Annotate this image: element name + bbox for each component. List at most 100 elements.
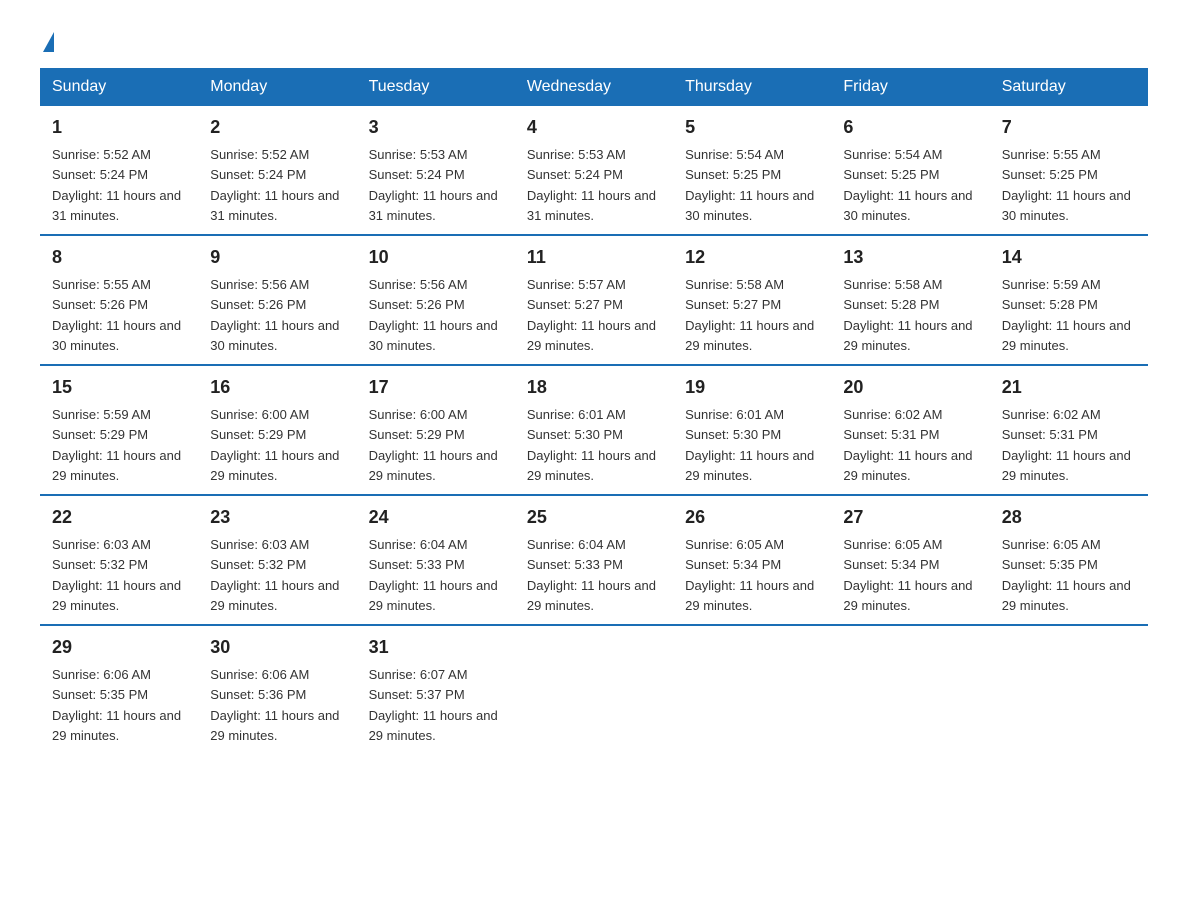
sunset-text: Sunset: 5:26 PM [210, 297, 306, 312]
header-thursday: Thursday [673, 68, 831, 106]
calendar-cell: 15 Sunrise: 5:59 AM Sunset: 5:29 PM Dayl… [40, 365, 198, 495]
calendar-table: SundayMondayTuesdayWednesdayThursdayFrid… [40, 68, 1148, 754]
sunset-text: Sunset: 5:24 PM [210, 167, 306, 182]
calendar-cell: 3 Sunrise: 5:53 AM Sunset: 5:24 PM Dayli… [357, 106, 515, 235]
daylight-text: Daylight: 11 hours and 30 minutes. [210, 318, 339, 353]
sunrise-text: Sunrise: 6:06 AM [52, 667, 151, 682]
day-number: 4 [527, 114, 661, 141]
sunset-text: Sunset: 5:35 PM [52, 687, 148, 702]
sunrise-text: Sunrise: 6:01 AM [685, 407, 784, 422]
sunrise-text: Sunrise: 6:05 AM [843, 537, 942, 552]
day-number: 24 [369, 504, 503, 531]
sunset-text: Sunset: 5:37 PM [369, 687, 465, 702]
day-number: 11 [527, 244, 661, 271]
sunset-text: Sunset: 5:27 PM [685, 297, 781, 312]
day-number: 8 [52, 244, 186, 271]
calendar-week-row: 1 Sunrise: 5:52 AM Sunset: 5:24 PM Dayli… [40, 106, 1148, 235]
daylight-text: Daylight: 11 hours and 30 minutes. [843, 188, 972, 223]
sunrise-text: Sunrise: 6:02 AM [843, 407, 942, 422]
sunrise-text: Sunrise: 6:03 AM [52, 537, 151, 552]
day-number: 18 [527, 374, 661, 401]
header-tuesday: Tuesday [357, 68, 515, 106]
day-number: 12 [685, 244, 819, 271]
sunset-text: Sunset: 5:31 PM [843, 427, 939, 442]
daylight-text: Daylight: 11 hours and 29 minutes. [527, 448, 656, 483]
sunset-text: Sunset: 5:28 PM [1002, 297, 1098, 312]
calendar-cell: 10 Sunrise: 5:56 AM Sunset: 5:26 PM Dayl… [357, 235, 515, 365]
header-saturday: Saturday [990, 68, 1148, 106]
day-number: 29 [52, 634, 186, 661]
calendar-cell: 31 Sunrise: 6:07 AM Sunset: 5:37 PM Dayl… [357, 625, 515, 754]
sunset-text: Sunset: 5:25 PM [685, 167, 781, 182]
daylight-text: Daylight: 11 hours and 29 minutes. [685, 318, 814, 353]
day-number: 7 [1002, 114, 1136, 141]
sunrise-text: Sunrise: 6:00 AM [369, 407, 468, 422]
logo [40, 30, 54, 50]
daylight-text: Daylight: 11 hours and 29 minutes. [369, 448, 498, 483]
daylight-text: Daylight: 11 hours and 29 minutes. [843, 448, 972, 483]
sunrise-text: Sunrise: 5:55 AM [52, 277, 151, 292]
calendar-cell: 1 Sunrise: 5:52 AM Sunset: 5:24 PM Dayli… [40, 106, 198, 235]
sunrise-text: Sunrise: 6:04 AM [527, 537, 626, 552]
sunrise-text: Sunrise: 5:58 AM [685, 277, 784, 292]
sunrise-text: Sunrise: 5:54 AM [843, 147, 942, 162]
sunset-text: Sunset: 5:28 PM [843, 297, 939, 312]
sunset-text: Sunset: 5:32 PM [210, 557, 306, 572]
sunset-text: Sunset: 5:24 PM [369, 167, 465, 182]
calendar-cell: 12 Sunrise: 5:58 AM Sunset: 5:27 PM Dayl… [673, 235, 831, 365]
sunset-text: Sunset: 5:33 PM [369, 557, 465, 572]
sunrise-text: Sunrise: 6:02 AM [1002, 407, 1101, 422]
daylight-text: Daylight: 11 hours and 31 minutes. [527, 188, 656, 223]
day-number: 16 [210, 374, 344, 401]
calendar-cell: 13 Sunrise: 5:58 AM Sunset: 5:28 PM Dayl… [831, 235, 989, 365]
daylight-text: Daylight: 11 hours and 29 minutes. [527, 318, 656, 353]
day-number: 23 [210, 504, 344, 531]
day-number: 14 [1002, 244, 1136, 271]
calendar-cell: 23 Sunrise: 6:03 AM Sunset: 5:32 PM Dayl… [198, 495, 356, 625]
day-number: 5 [685, 114, 819, 141]
calendar-cell: 24 Sunrise: 6:04 AM Sunset: 5:33 PM Dayl… [357, 495, 515, 625]
calendar-cell: 29 Sunrise: 6:06 AM Sunset: 5:35 PM Dayl… [40, 625, 198, 754]
sunset-text: Sunset: 5:29 PM [210, 427, 306, 442]
calendar-cell: 21 Sunrise: 6:02 AM Sunset: 5:31 PM Dayl… [990, 365, 1148, 495]
sunset-text: Sunset: 5:32 PM [52, 557, 148, 572]
day-number: 1 [52, 114, 186, 141]
daylight-text: Daylight: 11 hours and 29 minutes. [369, 578, 498, 613]
sunrise-text: Sunrise: 6:05 AM [1002, 537, 1101, 552]
sunrise-text: Sunrise: 5:57 AM [527, 277, 626, 292]
daylight-text: Daylight: 11 hours and 29 minutes. [843, 578, 972, 613]
daylight-text: Daylight: 11 hours and 29 minutes. [210, 708, 339, 743]
calendar-cell: 11 Sunrise: 5:57 AM Sunset: 5:27 PM Dayl… [515, 235, 673, 365]
sunrise-text: Sunrise: 5:53 AM [369, 147, 468, 162]
sunrise-text: Sunrise: 6:01 AM [527, 407, 626, 422]
day-number: 30 [210, 634, 344, 661]
day-number: 20 [843, 374, 977, 401]
calendar-week-row: 22 Sunrise: 6:03 AM Sunset: 5:32 PM Dayl… [40, 495, 1148, 625]
sunrise-text: Sunrise: 6:03 AM [210, 537, 309, 552]
sunrise-text: Sunrise: 5:59 AM [52, 407, 151, 422]
sunrise-text: Sunrise: 5:55 AM [1002, 147, 1101, 162]
daylight-text: Daylight: 11 hours and 29 minutes. [210, 448, 339, 483]
daylight-text: Daylight: 11 hours and 29 minutes. [685, 578, 814, 613]
sunrise-text: Sunrise: 6:04 AM [369, 537, 468, 552]
day-number: 21 [1002, 374, 1136, 401]
daylight-text: Daylight: 11 hours and 29 minutes. [52, 578, 181, 613]
calendar-cell: 20 Sunrise: 6:02 AM Sunset: 5:31 PM Dayl… [831, 365, 989, 495]
day-number: 27 [843, 504, 977, 531]
calendar-cell: 5 Sunrise: 5:54 AM Sunset: 5:25 PM Dayli… [673, 106, 831, 235]
sunrise-text: Sunrise: 5:59 AM [1002, 277, 1101, 292]
sunset-text: Sunset: 5:26 PM [369, 297, 465, 312]
calendar-cell: 18 Sunrise: 6:01 AM Sunset: 5:30 PM Dayl… [515, 365, 673, 495]
sunset-text: Sunset: 5:29 PM [52, 427, 148, 442]
daylight-text: Daylight: 11 hours and 30 minutes. [52, 318, 181, 353]
calendar-cell: 2 Sunrise: 5:52 AM Sunset: 5:24 PM Dayli… [198, 106, 356, 235]
sunset-text: Sunset: 5:27 PM [527, 297, 623, 312]
sunrise-text: Sunrise: 6:06 AM [210, 667, 309, 682]
calendar-week-row: 8 Sunrise: 5:55 AM Sunset: 5:26 PM Dayli… [40, 235, 1148, 365]
daylight-text: Daylight: 11 hours and 30 minutes. [369, 318, 498, 353]
day-number: 17 [369, 374, 503, 401]
day-number: 22 [52, 504, 186, 531]
day-number: 13 [843, 244, 977, 271]
sunset-text: Sunset: 5:24 PM [527, 167, 623, 182]
calendar-cell: 14 Sunrise: 5:59 AM Sunset: 5:28 PM Dayl… [990, 235, 1148, 365]
